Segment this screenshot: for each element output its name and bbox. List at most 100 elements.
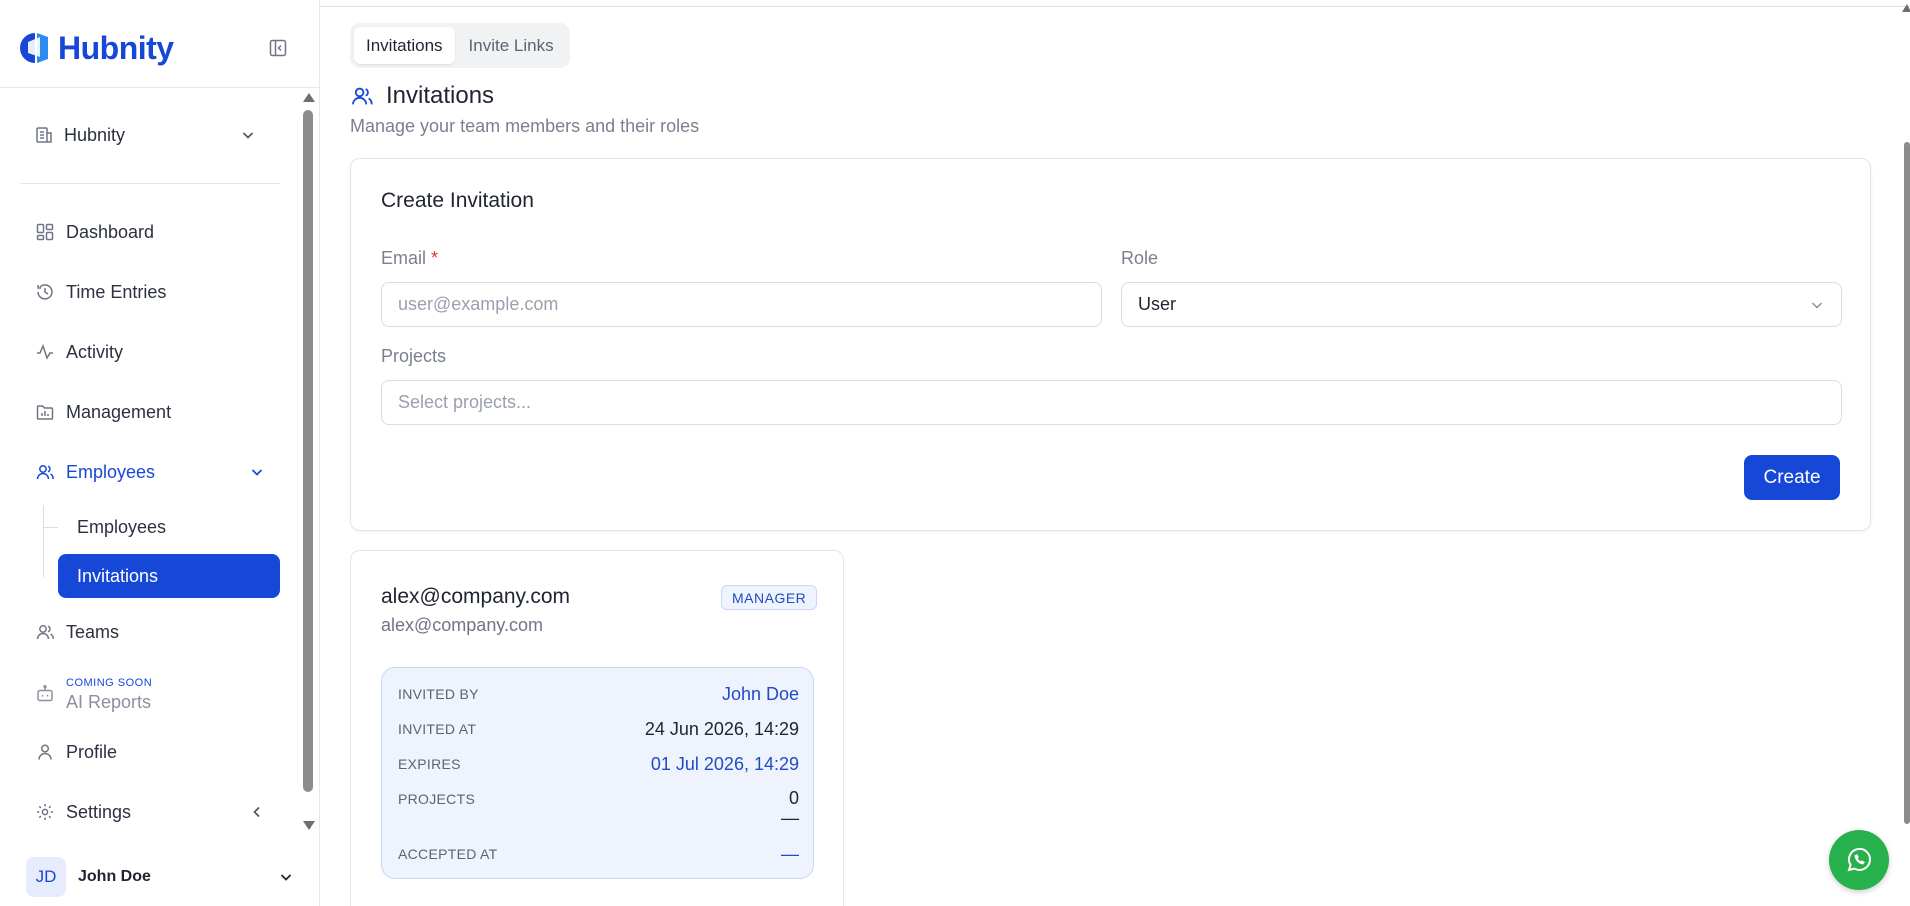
ai-reports-label-group: COMING SOON AI Reports bbox=[66, 676, 153, 712]
invitation-email: alex@company.com bbox=[381, 585, 570, 608]
sidebar-item-employees[interactable]: Employees bbox=[20, 450, 280, 494]
create-button[interactable]: Create bbox=[1744, 455, 1840, 500]
email-label-text: Email bbox=[381, 248, 427, 268]
sidebar-item-activity[interactable]: Activity bbox=[20, 330, 280, 374]
detail-row-invited-by: INVITED BY John Doe bbox=[398, 684, 799, 705]
bot-icon bbox=[35, 684, 55, 704]
invitation-card: alex@company.com MANAGER alex@company.co… bbox=[350, 550, 844, 906]
detail-key: INVITED BY bbox=[398, 686, 479, 702]
user-menu[interactable]: JD John Doe bbox=[20, 856, 300, 898]
sidebar-subitem-invitations[interactable]: Invitations bbox=[58, 554, 280, 598]
dashboard-icon bbox=[35, 222, 55, 242]
org-divider bbox=[20, 183, 280, 184]
sidebar-item-settings[interactable]: Settings bbox=[20, 790, 280, 834]
top-border bbox=[320, 6, 1910, 7]
required-mark: * bbox=[431, 248, 439, 268]
chevron-down-icon bbox=[249, 464, 265, 480]
role-select-value: User bbox=[1138, 294, 1177, 314]
collapse-sidebar-button[interactable] bbox=[267, 37, 289, 59]
history-icon bbox=[35, 282, 55, 302]
organization-select[interactable]: Hubnity bbox=[20, 115, 270, 155]
folder-chart-icon bbox=[35, 402, 55, 422]
detail-key: EXPIRES bbox=[398, 756, 461, 772]
chevron-left-icon bbox=[249, 804, 265, 820]
detail-key: INVITED AT bbox=[398, 721, 477, 737]
submenu-tree-hook bbox=[43, 527, 58, 528]
detail-key: ACCEPTED AT bbox=[398, 846, 498, 862]
create-invitation-card: Create Invitation Email * user@example.c… bbox=[350, 158, 1871, 531]
activity-icon bbox=[35, 342, 55, 362]
sidebar-item-label: Employees bbox=[66, 461, 156, 482]
users-icon bbox=[35, 622, 55, 642]
sidebar-item-label: AI Reports bbox=[66, 691, 152, 712]
users-icon bbox=[35, 462, 55, 482]
detail-value-group: 0 — bbox=[781, 788, 799, 829]
sidebar-collapse-icon bbox=[269, 39, 287, 57]
projects-select[interactable]: Select projects... bbox=[381, 380, 1842, 425]
submenu-tree-line bbox=[43, 505, 44, 577]
page-scrollbar-thumb[interactable] bbox=[1904, 142, 1910, 824]
sidebar-item-profile[interactable]: Profile bbox=[20, 730, 280, 774]
projects-count: 0 bbox=[788, 788, 799, 808]
chevron-down-icon bbox=[240, 127, 256, 143]
sidebar-scrollbar-thumb[interactable] bbox=[303, 110, 313, 792]
projects-label: Projects bbox=[381, 346, 447, 366]
sidebar: Hubnity Hubnity Dashboard Time Entries A… bbox=[0, 0, 320, 906]
avatar: JD bbox=[26, 857, 66, 897]
whatsapp-icon bbox=[1847, 847, 1871, 872]
tab-invitations[interactable]: Invitations bbox=[354, 27, 455, 64]
chevron-down-icon bbox=[1809, 297, 1825, 313]
gear-icon bbox=[35, 802, 55, 822]
role-label: Role bbox=[1121, 248, 1159, 268]
role-badge: MANAGER bbox=[721, 585, 818, 610]
detail-row-invited-at: INVITED AT 24 Jun 2026, 14:29 bbox=[398, 719, 799, 740]
detail-value: 01 Jul 2026, 14:29 bbox=[650, 754, 799, 774]
detail-row-expires: EXPIRES 01 Jul 2026, 14:29 bbox=[398, 754, 799, 775]
user-name: John Doe bbox=[78, 868, 151, 885]
sidebar-item-label: Settings bbox=[66, 801, 132, 822]
invitation-email-secondary: alex@company.com bbox=[381, 615, 543, 635]
tab-bar: Invitations Invite Links bbox=[350, 23, 570, 68]
email-label: Email * bbox=[381, 248, 438, 269]
whatsapp-button[interactable] bbox=[1829, 830, 1889, 890]
sidebar-item-management[interactable]: Management bbox=[20, 390, 280, 434]
sidebar-item-teams[interactable]: Teams bbox=[20, 610, 280, 654]
hubnity-logo-icon bbox=[20, 33, 48, 63]
page-header: Invitations bbox=[350, 82, 494, 110]
sidebar-item-label: Profile bbox=[66, 741, 118, 762]
chevron-down-icon bbox=[278, 869, 294, 885]
sidebar-item-label: Time Entries bbox=[66, 281, 167, 302]
tab-invite-links[interactable]: Invite Links bbox=[457, 27, 566, 64]
role-select[interactable]: User bbox=[1121, 282, 1842, 327]
page-scroll-up-arrow[interactable] bbox=[1902, 4, 1910, 12]
brand-name: Hubnity bbox=[58, 29, 174, 66]
detail-value: 24 Jun 2026, 14:29 bbox=[644, 719, 799, 739]
sidebar-item-ai-reports[interactable]: COMING SOON AI Reports bbox=[20, 669, 280, 719]
detail-row-projects: PROJECTS 0 — bbox=[398, 788, 799, 829]
sidebar-subitem-employees[interactable]: Employees bbox=[58, 505, 280, 549]
page-title: Invitations bbox=[386, 82, 495, 109]
sidebar-item-label: Dashboard bbox=[66, 221, 155, 242]
brand-divider bbox=[0, 87, 320, 88]
page-subtitle: Manage your team members and their roles bbox=[350, 116, 700, 136]
sidebar-item-label: Activity bbox=[66, 341, 124, 362]
building-icon bbox=[34, 125, 54, 145]
sidebar-item-dashboard[interactable]: Dashboard bbox=[20, 210, 280, 254]
detail-value: — bbox=[781, 844, 799, 864]
sidebar-item-time-entries[interactable]: Time Entries bbox=[20, 270, 280, 314]
projects-placeholder: Select projects... bbox=[398, 392, 532, 412]
coming-soon-badge: COMING SOON bbox=[66, 676, 153, 689]
email-field[interactable]: user@example.com bbox=[381, 282, 1102, 327]
detail-value: John Doe bbox=[721, 684, 799, 704]
users-icon bbox=[350, 84, 374, 108]
sidebar-item-label: Management bbox=[66, 401, 172, 422]
email-placeholder: user@example.com bbox=[398, 294, 559, 314]
sidebar-item-label: Teams bbox=[66, 621, 120, 642]
detail-row-accepted-at: ACCEPTED AT — bbox=[398, 844, 799, 865]
sidebar-scroll-up-arrow[interactable] bbox=[303, 93, 315, 102]
card-title: Create Invitation bbox=[381, 189, 534, 212]
user-icon bbox=[35, 742, 55, 762]
brand[interactable]: Hubnity bbox=[18, 28, 174, 68]
sidebar-scroll-down-arrow[interactable] bbox=[303, 821, 315, 830]
detail-key: PROJECTS bbox=[398, 791, 476, 807]
